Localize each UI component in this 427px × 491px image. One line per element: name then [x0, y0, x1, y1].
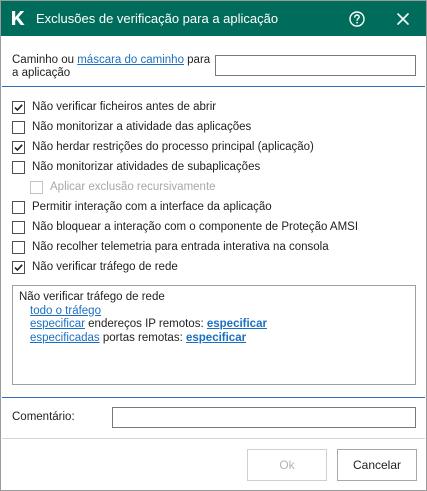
option-label: Não monitorizar atividades de subaplicaç…: [32, 161, 261, 173]
ports-value-link[interactable]: especificar: [186, 332, 246, 344]
details-line-ports: especificadas portas remotas: especifica…: [19, 332, 409, 346]
option-label: Não verificar tráfego de rede: [32, 261, 178, 273]
option-label: Aplicar exclusão recursivamente: [50, 181, 216, 193]
path-label-prefix: Caminho ou: [12, 54, 78, 66]
separator-middle: [2, 397, 425, 398]
checkbox[interactable]: [12, 160, 25, 174]
path-mask-link[interactable]: máscara do caminho: [77, 54, 184, 66]
option-row[interactable]: Não bloquear a interação com o component…: [12, 219, 358, 235]
ip-specify-link[interactable]: especificar: [30, 318, 85, 330]
option-label: Não monitorizar a atividade das aplicaçõ…: [32, 121, 252, 133]
dialog-title: Exclusões de verificação para a aplicaçã…: [36, 11, 279, 26]
checkbox-checked[interactable]: [12, 100, 25, 114]
ports-label: portas remotas:: [99, 331, 186, 344]
option-label: Permitir interação com a interface da ap…: [32, 201, 272, 213]
checkbox[interactable]: [12, 120, 25, 134]
option-row[interactable]: Não monitorizar a atividade das aplicaçõ…: [12, 119, 251, 135]
details-heading: Não verificar tráfego de rede: [19, 291, 165, 303]
checkbox: [30, 180, 43, 194]
option-label: Não herdar restrições do processo princi…: [32, 141, 314, 153]
close-icon[interactable]: [393, 9, 413, 29]
checkbox[interactable]: [12, 220, 25, 234]
details-line-ip: especificar endereços IP remotos: especi…: [19, 318, 409, 332]
comment-label: Comentário:: [12, 411, 75, 423]
option-row[interactable]: Não monitorizar atividades de subaplicaç…: [12, 159, 260, 175]
checkbox-checked[interactable]: [12, 260, 25, 274]
path-label: Caminho ou máscara do caminho para a apl…: [12, 54, 212, 80]
dialog-window: Exclusões de verificação para a aplicaçã…: [0, 0, 427, 491]
ports-specified-link[interactable]: especificadas: [30, 332, 100, 344]
separator-bottom: [2, 438, 425, 439]
ip-label: endereços IP remotos:: [84, 318, 207, 330]
checkbox[interactable]: [12, 240, 25, 254]
ip-value-link[interactable]: especificar: [207, 318, 267, 330]
network-traffic-details: Não verificar tráfego de rede todo o trá…: [12, 285, 416, 385]
path-input[interactable]: [215, 55, 416, 76]
separator-top: [2, 86, 425, 87]
checkbox-checked[interactable]: [12, 140, 25, 154]
ok-button[interactable]: Ok: [247, 449, 327, 481]
checkbox[interactable]: [12, 200, 25, 214]
option-row[interactable]: Não herdar restrições do processo princi…: [12, 139, 314, 155]
option-row: Aplicar exclusão recursivamente: [30, 179, 216, 195]
comment-input[interactable]: [112, 407, 416, 428]
details-line-traffic: todo o tráfego: [19, 305, 409, 319]
all-traffic-link[interactable]: todo o tráfego: [30, 305, 101, 317]
kaspersky-k-logo-icon: [10, 10, 26, 26]
option-label: Não verificar ficheiros antes de abrir: [32, 101, 217, 113]
option-label: Não recolher telemetria para entrada int…: [32, 241, 329, 253]
title-bar: Exclusões de verificação para a aplicaçã…: [1, 1, 426, 36]
option-label: Não bloquear a interação com o component…: [32, 221, 359, 233]
option-row[interactable]: Não verificar ficheiros antes de abrir: [12, 99, 216, 115]
option-row[interactable]: Não verificar tráfego de rede: [12, 259, 178, 275]
option-row[interactable]: Não recolher telemetria para entrada int…: [12, 239, 329, 255]
option-row[interactable]: Permitir interação com a interface da ap…: [12, 199, 272, 215]
help-icon[interactable]: [347, 9, 367, 29]
cancel-button[interactable]: Cancelar: [337, 449, 417, 481]
